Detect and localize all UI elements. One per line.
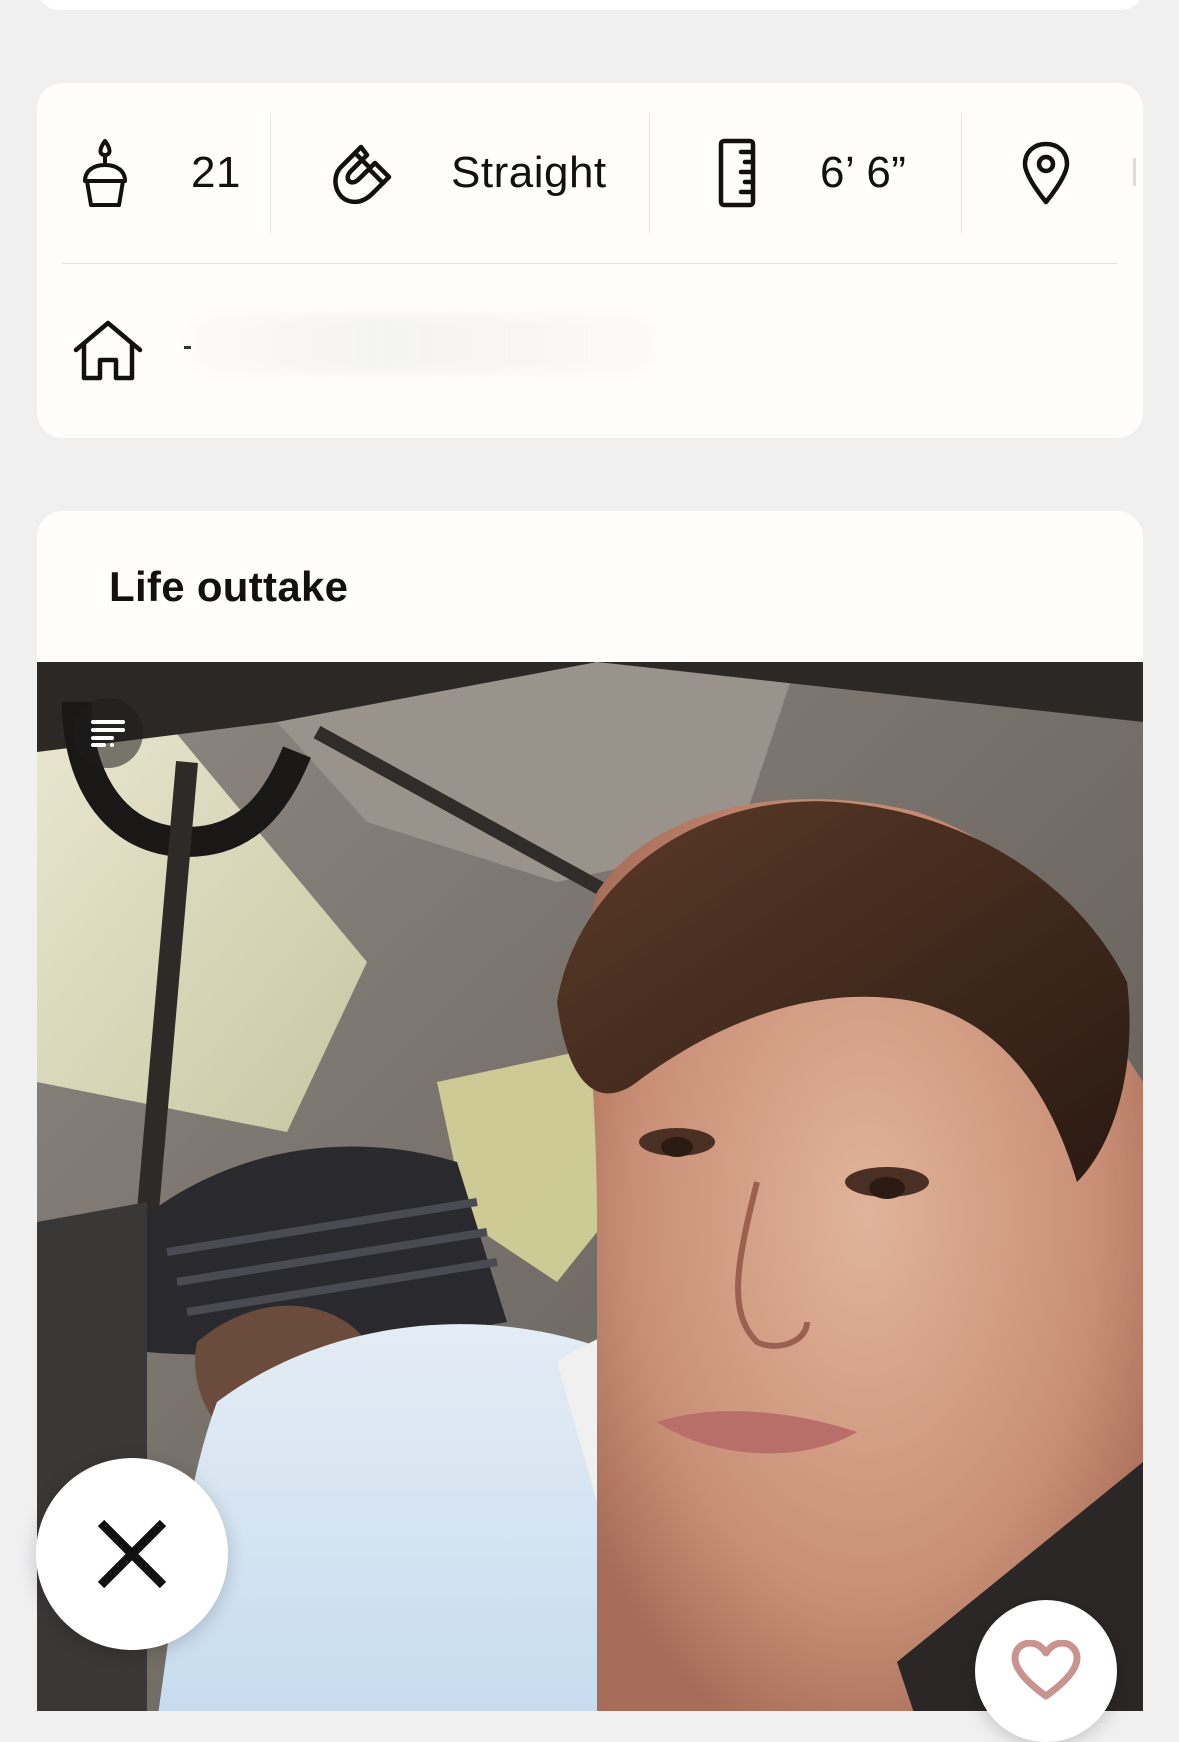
hometown-value-fragment [184,346,191,349]
vital-sexuality: Straight [327,113,607,233]
birthday-cake-icon [77,137,133,209]
vitals-row: 21 Straight 6’ 6” [37,83,1143,263]
vital-divider [649,113,650,233]
hometown-value-blurred [187,314,657,374]
sexuality-value: Straight [451,148,607,197]
like-button[interactable] [975,1600,1117,1742]
close-icon [95,1517,169,1591]
vital-divider [961,113,962,233]
scroll-indicator [1133,158,1136,186]
heart-icon [1011,1640,1081,1700]
vital-divider [270,113,271,233]
hometown-row [37,264,1143,438]
location-pin-icon [1021,141,1071,205]
dismiss-button[interactable] [36,1458,228,1650]
age-value: 21 [191,148,241,197]
house-icon [73,320,143,382]
height-value: 6’ 6” [820,148,907,197]
vital-location [1021,113,1111,233]
vital-height: 6’ 6” [717,113,906,233]
magnet-icon [327,139,395,207]
prompt-title: Life outtake [109,563,349,610]
previous-card [37,0,1143,10]
ruler-icon [717,138,757,208]
caption-lines-icon [90,718,126,748]
vital-age: 21 [77,113,241,233]
vitals-card: 21 Straight 6’ 6” [37,83,1143,438]
caption-button[interactable] [73,698,143,768]
